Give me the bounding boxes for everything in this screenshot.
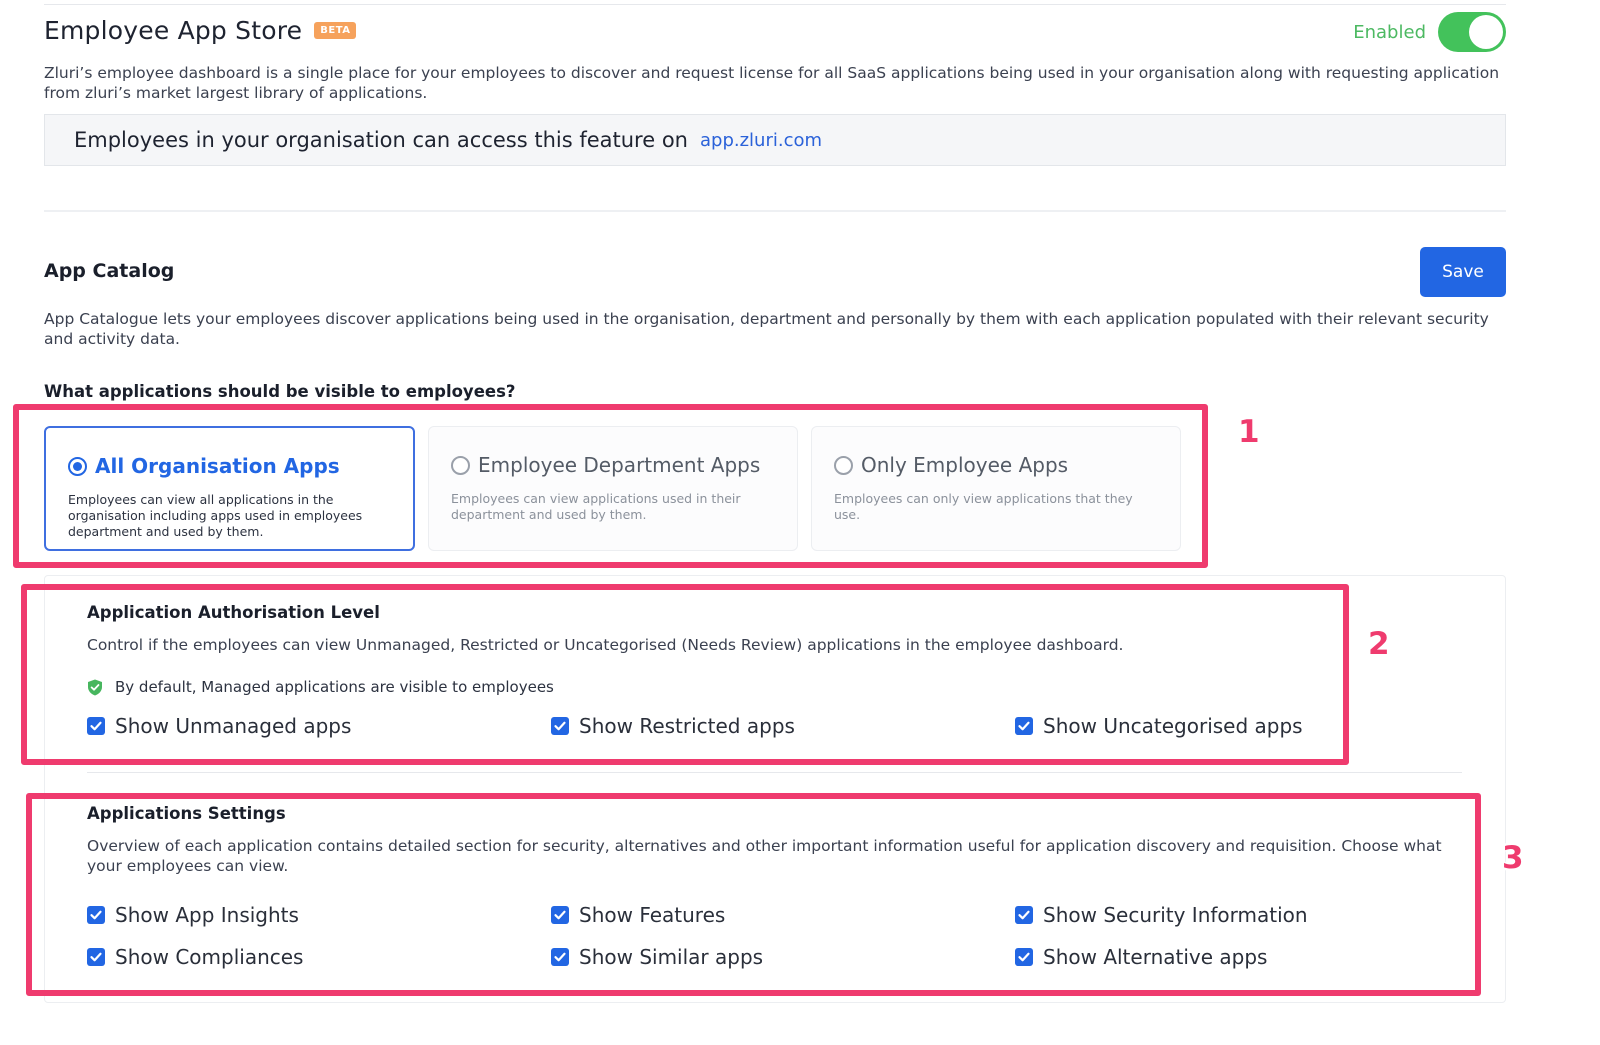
save-button[interactable]: Save xyxy=(1420,247,1506,297)
checkbox-checked-icon[interactable] xyxy=(87,717,105,735)
checkbox-show-restricted[interactable]: Show Restricted apps xyxy=(551,714,1015,738)
checkbox-checked-icon[interactable] xyxy=(1015,906,1033,924)
option-only-employee-apps[interactable]: Only Employee Apps Employees can only vi… xyxy=(811,426,1181,551)
checkbox-show-uncategorised[interactable]: Show Uncategorised apps xyxy=(1015,714,1479,738)
checkbox-label: Show Uncategorised apps xyxy=(1043,714,1303,738)
page-title: Employee App Store xyxy=(44,16,303,45)
checkbox-label: Show App Insights xyxy=(115,903,299,927)
checkbox-label: Show Compliances xyxy=(115,945,304,969)
settings-page: Employee App Store BETA Enabled Zluri’s … xyxy=(0,0,1600,1045)
access-info-box: Employees in your organisation can acces… xyxy=(44,114,1506,166)
access-link[interactable]: app.zluri.com xyxy=(700,130,822,151)
checkbox-show-app-insights[interactable]: Show App Insights xyxy=(87,903,551,927)
enabled-control: Enabled xyxy=(1353,12,1506,52)
checkbox-checked-icon[interactable] xyxy=(551,717,569,735)
checkbox-label: Show Similar apps xyxy=(579,945,764,969)
checkbox-label: Show Alternative apps xyxy=(1043,945,1268,969)
option-title: All Organisation Apps xyxy=(95,454,340,478)
access-text: Employees in your organisation can acces… xyxy=(74,128,688,152)
annotation-number-1: 1 xyxy=(1238,414,1260,450)
enabled-toggle[interactable] xyxy=(1438,12,1506,52)
checkbox-label: Show Features xyxy=(579,903,726,927)
enabled-label: Enabled xyxy=(1353,21,1426,43)
option-description: Employees can view applications used in … xyxy=(451,491,741,522)
option-title: Employee Department Apps xyxy=(478,453,761,477)
settings-title: Applications Settings xyxy=(87,804,286,823)
checkbox-checked-icon[interactable] xyxy=(87,906,105,924)
page-header: Employee App Store BETA xyxy=(44,16,357,45)
app-catalog-description: App Catalogue lets your employees discov… xyxy=(44,310,1489,348)
checkbox-checked-icon[interactable] xyxy=(551,948,569,966)
top-divider xyxy=(44,4,1506,5)
app-store-description: Zluri’s employee dashboard is a single p… xyxy=(44,64,1500,102)
checkbox-checked-icon[interactable] xyxy=(87,948,105,966)
shield-check-icon xyxy=(88,679,102,695)
section-divider xyxy=(44,210,1506,212)
option-description: Employees can view all applications in t… xyxy=(68,492,363,539)
option-employee-department-apps[interactable]: Employee Department Apps Employees can v… xyxy=(428,426,798,551)
checkbox-checked-icon[interactable] xyxy=(1015,717,1033,735)
annotation-number-3: 3 xyxy=(1502,840,1524,876)
annotation-number-2: 2 xyxy=(1368,626,1390,662)
checkbox-checked-icon[interactable] xyxy=(551,906,569,924)
checkbox-checked-icon[interactable] xyxy=(1015,948,1033,966)
radio-unselected-icon[interactable] xyxy=(451,455,470,475)
option-description: Employees can only view applications tha… xyxy=(834,491,1133,522)
checkbox-show-features[interactable]: Show Features xyxy=(551,903,1015,927)
beta-badge: BETA xyxy=(314,22,357,39)
default-note: By default, Managed applications are vis… xyxy=(87,678,554,696)
default-note-text: By default, Managed applications are vis… xyxy=(115,678,554,696)
option-title: Only Employee Apps xyxy=(861,453,1069,477)
checkbox-show-similar-apps[interactable]: Show Similar apps xyxy=(551,945,1015,969)
checkbox-show-security-information[interactable]: Show Security Information xyxy=(1015,903,1479,927)
radio-selected-icon[interactable] xyxy=(68,456,87,476)
checkbox-show-alternative-apps[interactable]: Show Alternative apps xyxy=(1015,945,1479,969)
option-all-organisation-apps[interactable]: All Organisation Apps Employees can view… xyxy=(44,426,415,551)
settings-checks-row-1: Show App Insights Show Features Show Sec… xyxy=(87,903,1479,927)
authorisation-description: Control if the employees can view Unmana… xyxy=(87,636,1124,654)
radio-unselected-icon[interactable] xyxy=(834,455,853,475)
toggle-knob xyxy=(1469,15,1503,49)
app-catalog-title: App Catalog xyxy=(44,260,175,282)
authorisation-checks: Show Unmanaged apps Show Restricted apps… xyxy=(87,714,1479,738)
visibility-question: What applications should be visible to e… xyxy=(44,382,516,401)
checkbox-label: Show Restricted apps xyxy=(579,714,795,738)
panel-divider xyxy=(87,772,1462,773)
checkbox-show-unmanaged[interactable]: Show Unmanaged apps xyxy=(87,714,551,738)
checkbox-label: Show Security Information xyxy=(1043,903,1308,927)
checkbox-show-compliances[interactable]: Show Compliances xyxy=(87,945,551,969)
settings-description: Overview of each application contains de… xyxy=(87,837,1442,875)
authorisation-title: Application Authorisation Level xyxy=(87,603,380,622)
settings-checks-row-2: Show Compliances Show Similar apps Show … xyxy=(87,945,1479,969)
checkbox-label: Show Unmanaged apps xyxy=(115,714,352,738)
